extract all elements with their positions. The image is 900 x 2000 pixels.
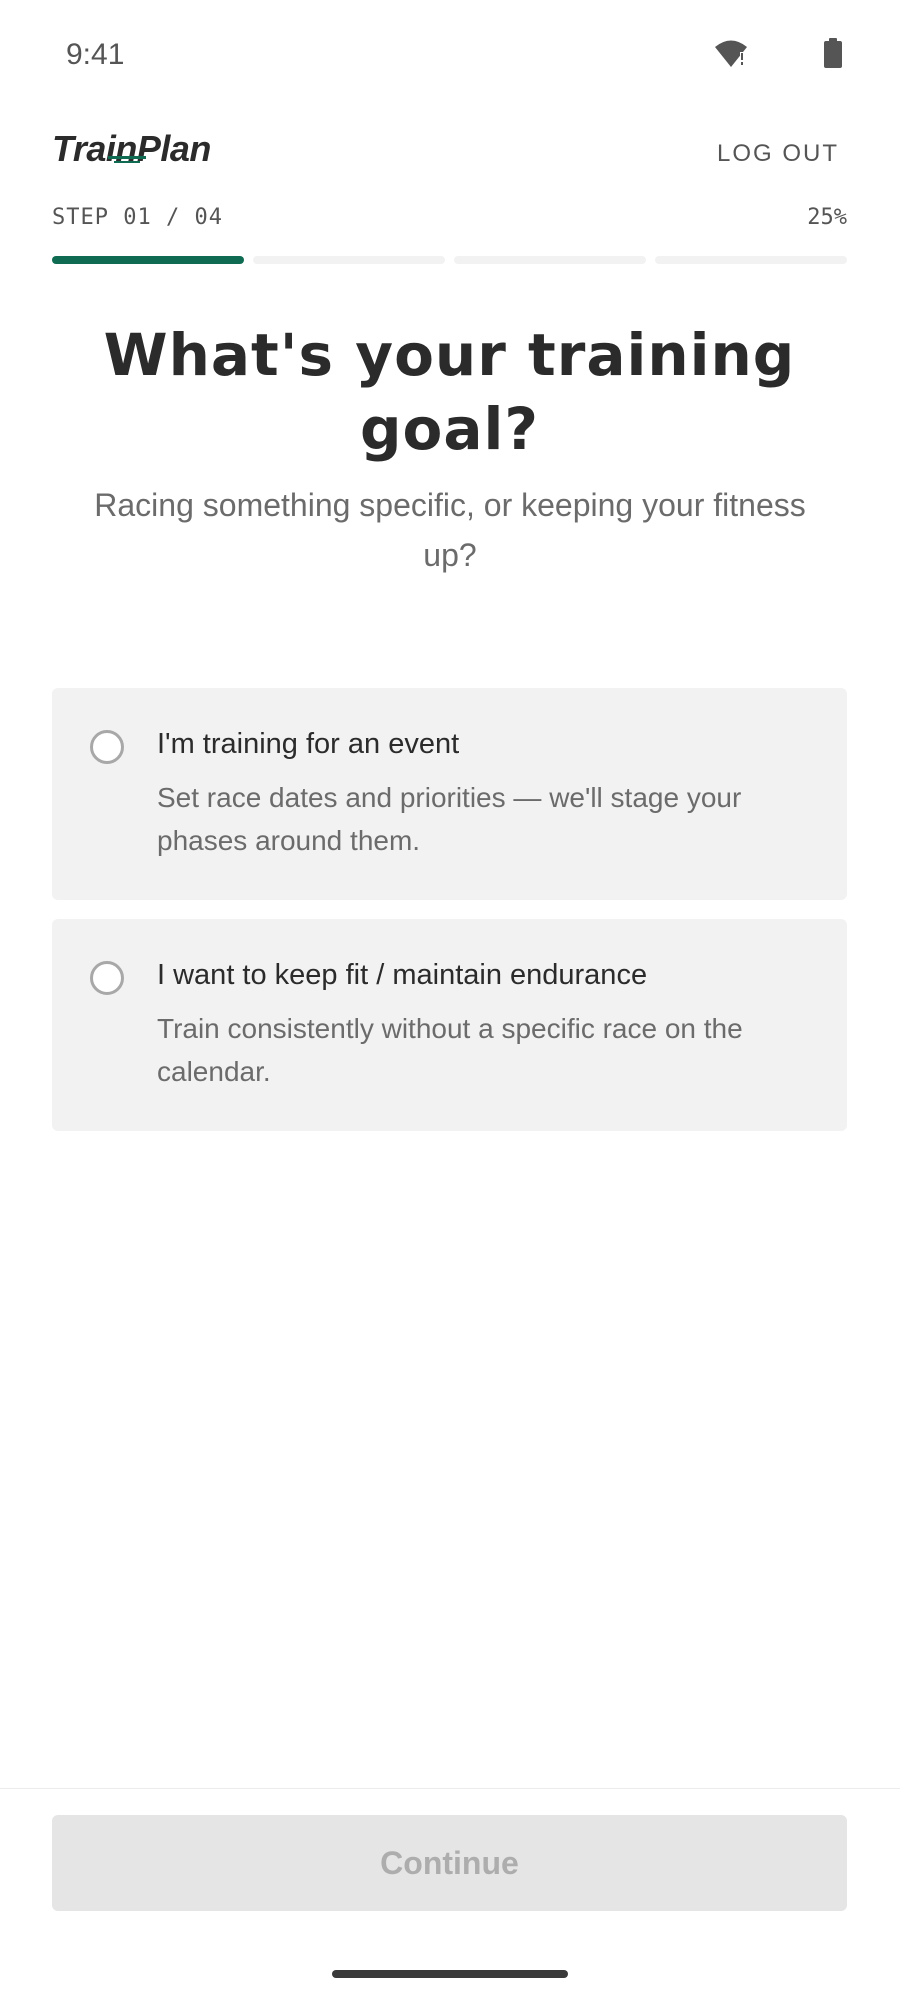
option-keep-fit[interactable]: I want to keep fit / maintain endurance … [52,919,847,1131]
option-title: I'm training for an event [157,728,460,760]
step-indicator: STEP 01 / 04 25% [52,205,847,239]
option-event-training[interactable]: I'm training for an event Set race dates… [52,688,847,900]
wifi-alert-icon [714,38,748,68]
option-description: Train consistently without a specific ra… [157,1013,743,1087]
page-subtitle: Racing something specific, or keeping yo… [94,487,806,573]
step-label: STEP 01 / 04 [52,205,223,230]
footer-divider [0,1788,900,1789]
progress-bar [52,256,847,264]
logout-button[interactable]: LOG OUT [717,140,839,168]
home-indicator[interactable] [332,1970,568,1978]
logo-accent-line [108,156,146,163]
option-description: Set race dates and priorities — we'll st… [157,782,742,856]
radio-button[interactable] [90,961,124,995]
app-header: TrainPlan LOG OUT [52,128,847,184]
step-percent: 25% [807,205,847,230]
page-title: What's your training goal? [103,321,796,463]
option-title: I want to keep fit / maintain endurance [157,959,648,991]
battery-icon [824,38,842,68]
continue-button[interactable]: Continue [52,1815,847,1911]
status-bar: 9:41 [0,0,900,112]
progress-segment-4 [655,256,847,264]
status-time: 9:41 [66,38,125,71]
progress-segment-2 [253,256,445,264]
radio-button[interactable] [90,730,124,764]
progress-segment-1 [52,256,244,264]
status-icons [714,38,842,68]
progress-segment-3 [454,256,646,264]
